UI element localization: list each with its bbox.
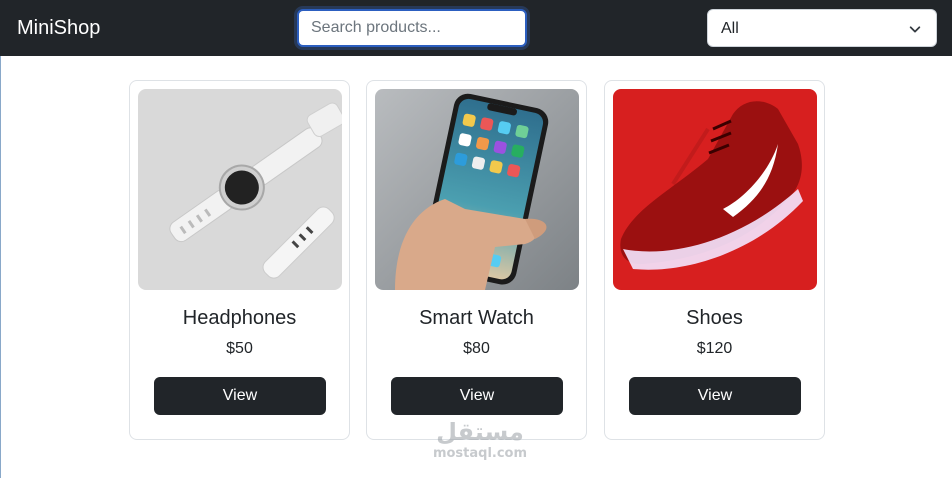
- product-price: $120: [696, 340, 733, 357]
- view-button[interactable]: View: [154, 377, 326, 415]
- chevron-down-icon: [909, 26, 921, 33]
- brand-logo[interactable]: MiniShop: [17, 15, 100, 41]
- watermark: مستقل mostaql.com: [415, 418, 545, 462]
- product-image-shoe[interactable]: [613, 89, 817, 290]
- view-button[interactable]: View: [391, 377, 563, 415]
- watermark-latin: mostaql.com: [432, 446, 528, 461]
- product-name: Shoes: [686, 307, 743, 329]
- product-name: Smart Watch: [419, 307, 534, 329]
- search-input[interactable]: [297, 9, 527, 47]
- product-image-phone[interactable]: [375, 89, 579, 290]
- product-price: $80: [463, 340, 490, 357]
- view-button[interactable]: View: [629, 377, 801, 415]
- navbar: MiniShop All: [0, 0, 952, 56]
- category-select-value: All: [721, 20, 739, 37]
- product-name: Headphones: [182, 307, 297, 329]
- red-sneaker-image: [613, 89, 817, 290]
- left-edge-line: [0, 56, 1, 478]
- product-image-watch[interactable]: [138, 89, 342, 290]
- watermark-arabic: مستقل: [436, 418, 524, 446]
- product-card: Smart Watch $80 View: [366, 80, 587, 440]
- smartwatch-image: [138, 89, 342, 290]
- product-card: Headphones $50 View: [129, 80, 350, 440]
- smartphone-image: [375, 89, 579, 290]
- product-price: $50: [226, 340, 253, 357]
- product-card: Shoes $120 View: [604, 80, 825, 440]
- category-select[interactable]: All: [707, 9, 937, 47]
